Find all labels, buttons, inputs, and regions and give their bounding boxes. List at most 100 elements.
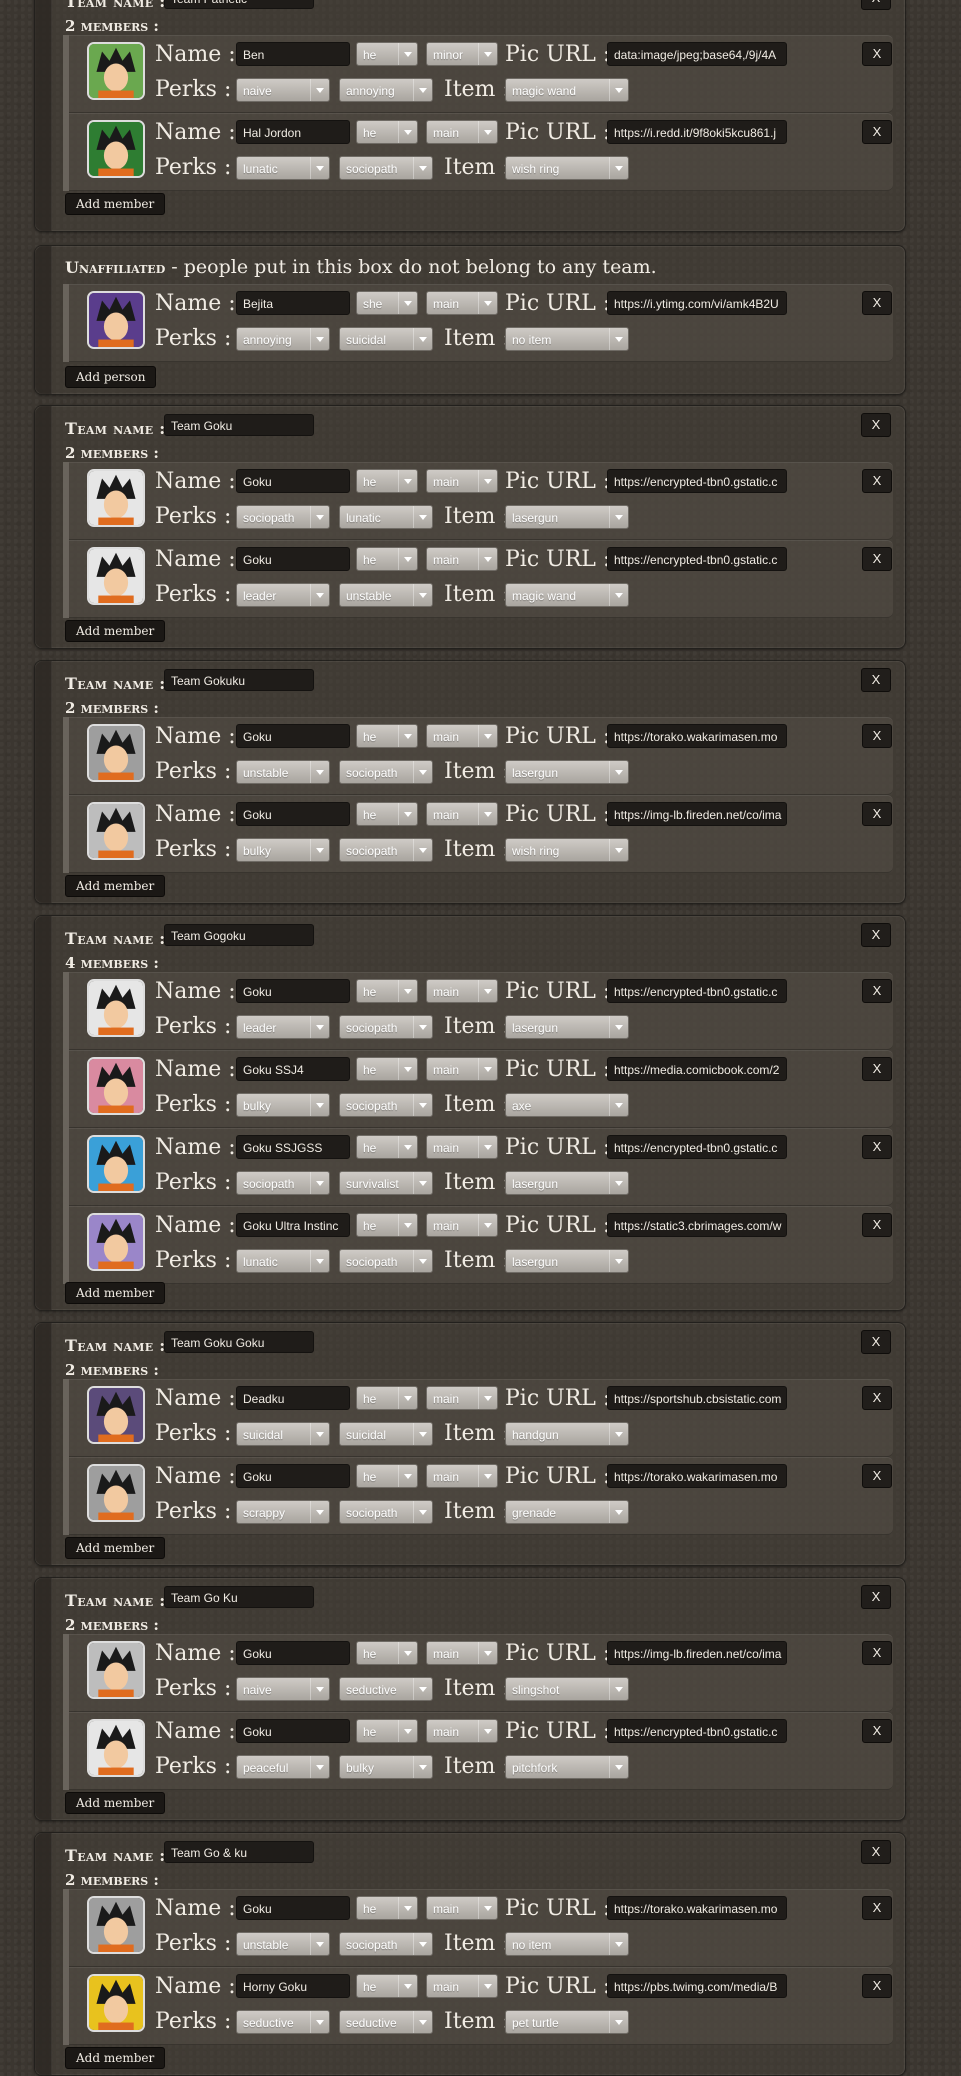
name-field[interactable]: Goku SSJGSS: [236, 1135, 350, 1159]
name-field[interactable]: Goku Ultra Instinc: [236, 1213, 350, 1237]
team-name-field[interactable]: Team Gokuku: [164, 669, 314, 691]
remove-member-button[interactable]: X: [862, 120, 892, 144]
pronoun-select[interactable]: he: [356, 1719, 418, 1743]
add-member-button[interactable]: Add member: [65, 1792, 166, 1814]
perk-select[interactable]: bulky: [236, 1093, 330, 1117]
item-select[interactable]: no item: [505, 1932, 629, 1956]
name-field[interactable]: Goku: [236, 547, 350, 571]
remove-team-button[interactable]: X: [861, 668, 891, 692]
pic-url-field[interactable]: https://img-lb.fireden.net/co/ima: [607, 802, 787, 826]
drag-handle[interactable]: [35, 1833, 52, 2075]
name-field[interactable]: Goku: [236, 1464, 350, 1488]
pic-url-field[interactable]: https://i.ytimg.com/vi/amk4B2U: [607, 291, 787, 315]
perk-select[interactable]: lunatic: [236, 156, 330, 180]
pic-url-field[interactable]: https://img-lb.fireden.net/co/ima: [607, 1641, 787, 1665]
item-select[interactable]: axe: [505, 1093, 629, 1117]
add-member-button[interactable]: Add member: [65, 875, 166, 897]
pic-url-field[interactable]: https://static3.cbrimages.com/w: [607, 1213, 787, 1237]
remove-team-button[interactable]: X: [861, 923, 891, 947]
role-select[interactable]: main: [426, 1057, 498, 1081]
perk-select[interactable]: suicidal: [339, 1422, 433, 1446]
perk-select[interactable]: sociopath: [339, 760, 433, 784]
name-field[interactable]: Goku: [236, 1896, 350, 1920]
name-field[interactable]: Bejita: [236, 291, 350, 315]
perk-select[interactable]: sociopath: [339, 1500, 433, 1524]
perk-select[interactable]: leader: [236, 1015, 330, 1039]
add-member-button[interactable]: Add member: [65, 1537, 166, 1559]
perk-select[interactable]: leader: [236, 583, 330, 607]
remove-member-button[interactable]: X: [862, 1213, 892, 1237]
name-field[interactable]: Goku SSJ4: [236, 1057, 350, 1081]
drag-handle[interactable]: [35, 1323, 52, 1565]
pic-url-field[interactable]: https://encrypted-tbn0.gstatic.c: [607, 1719, 787, 1743]
perk-select[interactable]: unstable: [236, 760, 330, 784]
name-field[interactable]: Goku: [236, 979, 350, 1003]
pic-url-field[interactable]: https://encrypted-tbn0.gstatic.c: [607, 1135, 787, 1159]
pronoun-select[interactable]: he: [356, 1135, 418, 1159]
remove-team-button[interactable]: X: [861, 0, 891, 10]
pronoun-select[interactable]: she: [356, 291, 418, 315]
perk-select[interactable]: naive: [236, 1677, 330, 1701]
perk-select[interactable]: sociopath: [339, 838, 433, 862]
name-field[interactable]: Hal Jordon: [236, 120, 350, 144]
perk-select[interactable]: sociopath: [339, 1093, 433, 1117]
drag-handle[interactable]: [35, 246, 52, 394]
pronoun-select[interactable]: he: [356, 1896, 418, 1920]
remove-member-button[interactable]: X: [862, 42, 892, 66]
team-name-field[interactable]: Team Go Ku: [164, 1586, 314, 1608]
remove-team-button[interactable]: X: [861, 1840, 891, 1864]
role-select[interactable]: minor: [426, 42, 498, 66]
remove-member-button[interactable]: X: [862, 291, 892, 315]
remove-member-button[interactable]: X: [862, 1135, 892, 1159]
pronoun-select[interactable]: he: [356, 802, 418, 826]
name-field[interactable]: Goku: [236, 724, 350, 748]
drag-handle[interactable]: [35, 0, 52, 231]
remove-member-button[interactable]: X: [862, 469, 892, 493]
role-select[interactable]: main: [426, 120, 498, 144]
remove-member-button[interactable]: X: [862, 1896, 892, 1920]
name-field[interactable]: Goku: [236, 1719, 350, 1743]
item-select[interactable]: wish ring: [505, 838, 629, 862]
remove-member-button[interactable]: X: [862, 547, 892, 571]
role-select[interactable]: main: [426, 1641, 498, 1665]
pronoun-select[interactable]: he: [356, 547, 418, 571]
pic-url-field[interactable]: data:image/jpeg;base64,/9j/4A: [607, 42, 787, 66]
item-select[interactable]: pitchfork: [505, 1755, 629, 1779]
role-select[interactable]: main: [426, 1135, 498, 1159]
item-select[interactable]: pet turtle: [505, 2010, 629, 2034]
item-select[interactable]: no item: [505, 327, 629, 351]
pronoun-select[interactable]: he: [356, 1213, 418, 1237]
perk-select[interactable]: bulky: [236, 838, 330, 862]
remove-team-button[interactable]: X: [861, 413, 891, 437]
team-name-field[interactable]: Team Gogoku: [164, 924, 314, 946]
remove-team-button[interactable]: X: [861, 1585, 891, 1609]
add-person-button[interactable]: Add person: [65, 366, 157, 388]
perk-select[interactable]: survivalist: [339, 1171, 433, 1195]
team-name-field[interactable]: Team Pathetic: [164, 0, 314, 9]
pronoun-select[interactable]: he: [356, 120, 418, 144]
perk-select[interactable]: sociopath: [339, 1015, 433, 1039]
pic-url-field[interactable]: https://torako.wakarimasen.mo: [607, 724, 787, 748]
remove-member-button[interactable]: X: [862, 1386, 892, 1410]
name-field[interactable]: Horny Goku: [236, 1974, 350, 1998]
drag-handle[interactable]: [35, 661, 52, 903]
drag-handle[interactable]: [35, 1578, 52, 1820]
item-select[interactable]: lasergun: [505, 760, 629, 784]
perk-select[interactable]: sociopath: [339, 1249, 433, 1273]
remove-member-button[interactable]: X: [862, 979, 892, 1003]
item-select[interactable]: lasergun: [505, 1249, 629, 1273]
remove-team-button[interactable]: X: [861, 1330, 891, 1354]
perk-select[interactable]: sociopath: [236, 505, 330, 529]
pic-url-field[interactable]: https://torako.wakarimasen.mo: [607, 1896, 787, 1920]
add-member-button[interactable]: Add member: [65, 1282, 166, 1304]
perk-select[interactable]: suicidal: [339, 327, 433, 351]
pronoun-select[interactable]: he: [356, 979, 418, 1003]
item-select[interactable]: magic wand: [505, 583, 629, 607]
add-member-button[interactable]: Add member: [65, 2047, 166, 2069]
item-select[interactable]: lasergun: [505, 1171, 629, 1195]
name-field[interactable]: Ben: [236, 42, 350, 66]
drag-handle[interactable]: [35, 916, 52, 1310]
role-select[interactable]: main: [426, 1974, 498, 1998]
perk-select[interactable]: sociopath: [339, 1932, 433, 1956]
perk-select[interactable]: peaceful: [236, 1755, 330, 1779]
